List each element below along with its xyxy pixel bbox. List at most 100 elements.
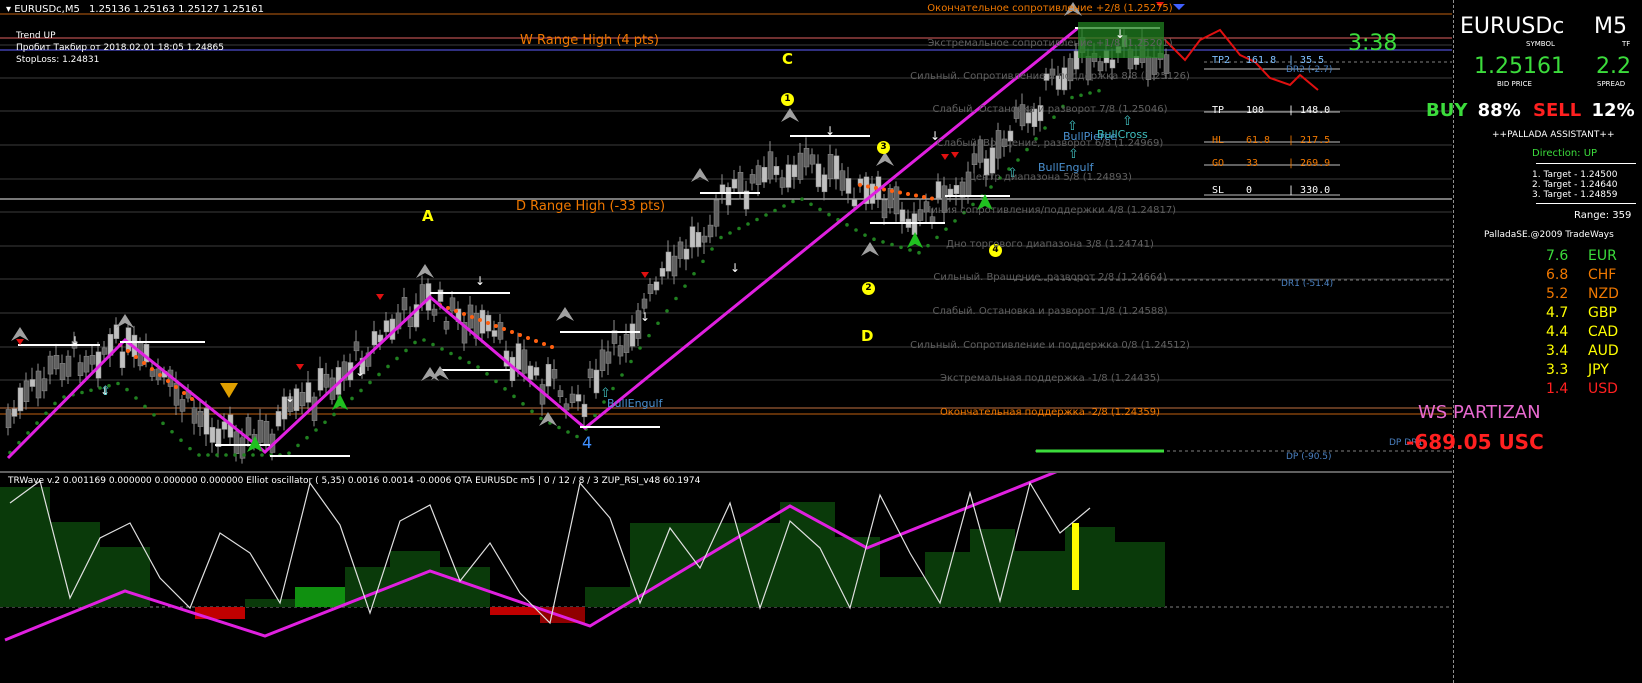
fractal-chevron-icon: [11, 327, 29, 341]
candle-body: [641, 298, 648, 309]
level-label: Дно торгового диапазона 3/8 (1.24741): [946, 239, 1154, 250]
trailing-dot: [692, 271, 696, 276]
orange-dot: [510, 330, 514, 334]
currency-row-jpy: 3.3 JPY: [1546, 362, 1609, 378]
trailing-dot: [215, 453, 219, 457]
trailing-dot: [827, 212, 831, 217]
chart-menu-triangle-icon[interactable]: ▾: [6, 4, 11, 15]
candle-body: [119, 351, 126, 368]
arrow-marker-icon: ↓: [285, 391, 295, 405]
orange-dot: [134, 355, 138, 359]
candle-body: [605, 351, 612, 364]
candle-body: [89, 355, 96, 365]
candle-body: [47, 355, 54, 375]
candle-body: [491, 330, 498, 337]
candle-body: [725, 187, 732, 206]
trailing-dot: [134, 396, 138, 400]
direction: Direction: UP: [1532, 148, 1598, 159]
trailing-dot: [188, 446, 192, 451]
trailing-dot: [467, 360, 471, 365]
candle-body: [569, 393, 576, 403]
chart-symbol-title: EURUSDc,M5: [14, 4, 80, 15]
candle-body: [911, 213, 918, 235]
candle-body: [299, 392, 306, 407]
trailing-dot: [332, 412, 336, 417]
trailing-dot: [323, 420, 327, 425]
histogram-bar: [1115, 542, 1165, 607]
candle-body: [551, 369, 558, 379]
tp-pct: 61.8: [1246, 135, 1271, 146]
trailing-dot: [395, 356, 399, 361]
candle-body: [683, 248, 690, 260]
trailing-dot: [521, 402, 525, 406]
candle-body: [401, 297, 408, 311]
trailing-dot: [701, 259, 705, 264]
candle-body: [833, 155, 840, 180]
trailing-dot: [863, 233, 867, 237]
orange-dot: [866, 184, 870, 189]
sell-arrow-icon: [376, 294, 384, 300]
level-label: Линия сопротивления/поддержки 4/8 (1.248…: [923, 205, 1177, 216]
orange-dot: [190, 397, 194, 401]
orange-dot: [486, 321, 490, 325]
trailing-dot: [719, 235, 723, 240]
tp-row-sl: SL 0 | 330.0: [1212, 185, 1331, 196]
breakout-info: Пробит Такбир от 2018.02.01 18:05 1.2486…: [16, 43, 224, 53]
trailing-dot: [512, 394, 516, 399]
candle-body: [701, 235, 708, 243]
tp-name: TP: [1212, 105, 1225, 116]
trailing-dot: [989, 185, 993, 189]
trailing-dot: [944, 227, 948, 231]
trailing-dot: [422, 338, 426, 342]
sell-arrow-icon: [641, 272, 649, 278]
trailing-dot: [152, 413, 156, 417]
candle-body: [77, 362, 84, 376]
orange-dot: [518, 333, 522, 337]
orange-dot: [166, 379, 170, 383]
orange-dot: [126, 349, 130, 353]
panel-symbol-caption: SYMBOL: [1526, 40, 1555, 48]
arrow-marker-icon: ↓: [475, 274, 485, 288]
histogram-bar: [925, 552, 970, 607]
level-label: Окончательное сопротивление +2/8 (1.2527…: [927, 3, 1173, 14]
candle-body: [713, 199, 720, 227]
trailing-dot: [179, 438, 183, 442]
trailing-dot: [161, 421, 165, 426]
histogram-bar: [1015, 551, 1065, 607]
dr2-label: DR2 (-2.7): [1286, 65, 1333, 75]
tp-pts: 35.5: [1300, 55, 1325, 66]
panel-bid-caption: BID PRICE: [1497, 80, 1532, 88]
trailing-dot: [260, 453, 264, 457]
oscillator-subwindow[interactable]: [0, 473, 1452, 683]
marker-2: 2: [862, 282, 875, 295]
candle-body: [545, 364, 552, 387]
tp-pts: 217.5: [1300, 135, 1331, 146]
orange-dot: [542, 342, 546, 346]
fractal-chevron-icon: [556, 307, 574, 321]
candle-body: [815, 163, 822, 188]
candle-body: [5, 409, 12, 429]
currency-value: 5.2: [1546, 286, 1569, 302]
fractal-chevron-icon: [781, 108, 799, 122]
trailing-dot: [674, 296, 678, 301]
candle-body: [809, 154, 816, 165]
candle-body: [617, 345, 624, 357]
candle-body: [101, 347, 108, 355]
orange-dot: [470, 315, 474, 319]
tp-pts: 148.0: [1300, 105, 1331, 116]
candle-body: [677, 241, 684, 259]
subwindow-header: TRWave v.2 0.001169 0.000000 0.000000 0.…: [8, 476, 701, 486]
trailing-dot: [206, 453, 210, 457]
trailing-dot: [656, 321, 660, 326]
currency-value: 7.6: [1546, 248, 1569, 264]
level-label: Окончательная поддержка -2/8 (1.24359): [939, 407, 1161, 418]
candle-body: [659, 268, 666, 277]
candle-body: [671, 255, 678, 277]
currency-name: USD: [1588, 381, 1618, 397]
account-name: WS PARTIZAN: [1418, 402, 1541, 423]
trailing-dot: [44, 411, 48, 416]
candle-body: [113, 324, 120, 339]
trailing-dot: [953, 219, 957, 223]
candle-body: [851, 199, 858, 207]
buy-label: BUY: [1426, 100, 1468, 121]
